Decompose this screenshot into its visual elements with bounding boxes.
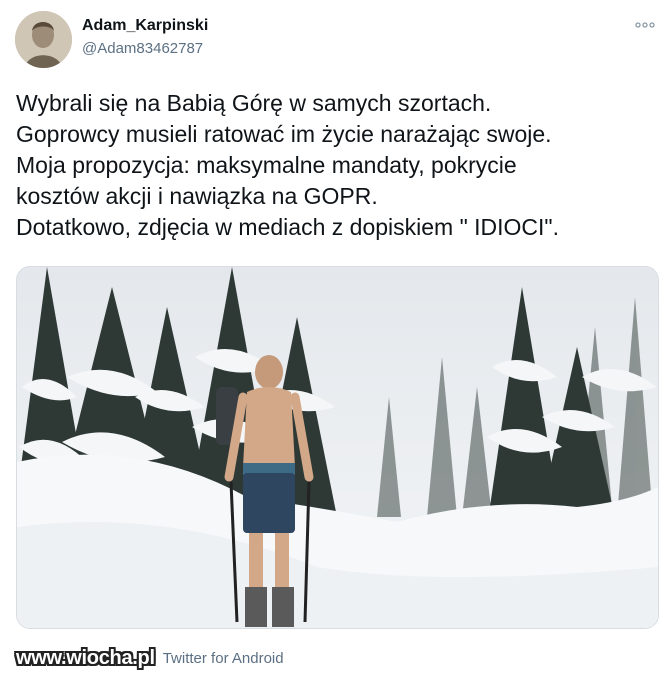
- more-options-icon[interactable]: [634, 14, 656, 36]
- tweet-text: Wybrali się na Babią Górę w samych szort…: [16, 88, 656, 243]
- snowy-hiker-image: [17, 267, 658, 628]
- tweet-text-line: Dotatkowo, zdjęcia w mediach z dopiskiem…: [16, 214, 559, 240]
- tweet-text-line: Wybrali się na Babią Górę w samych szort…: [16, 90, 492, 116]
- tweet-photo[interactable]: [16, 266, 659, 629]
- tweet-footer: www.wiocha.pl Twitter for Android: [16, 645, 284, 671]
- watermark: www.wiocha.pl: [16, 646, 155, 669]
- author-handle[interactable]: @Adam83462787: [82, 40, 203, 57]
- tweet-source[interactable]: Twitter for Android: [163, 650, 284, 667]
- avatar-image: [15, 11, 72, 68]
- tweet-card: Adam_Karpinski @Adam83462787 Wybrali się…: [0, 0, 672, 680]
- tweet-text-line: Goprowcy musieli ratować im życie naraża…: [16, 121, 552, 147]
- author-name[interactable]: Adam_Karpinski: [82, 17, 208, 35]
- avatar[interactable]: [15, 11, 72, 68]
- tweet-text-line: kosztów akcji i nawiązka na GOPR.: [16, 183, 378, 209]
- tweet-text-line: Moja propozycja: maksymalne mandaty, pok…: [16, 152, 517, 178]
